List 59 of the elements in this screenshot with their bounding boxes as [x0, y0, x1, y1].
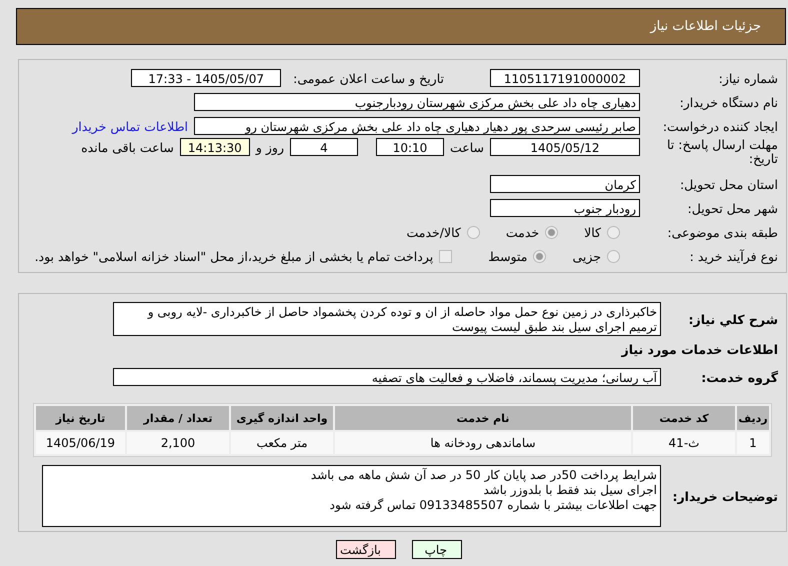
- field-value: صابر رئیسی سرحدی پور دهیار دهیاری چاه داد علی بخش مرکزی شهرستان رو: [194, 117, 640, 135]
- radio-button[interactable]: [607, 250, 620, 262]
- field-value: 1405/05/12: [490, 138, 640, 156]
- option-label: جزیی: [572, 248, 601, 264]
- note-line: جهت اطلاعات بیشتر با شماره 09133485507 تماس گرفته شود: [328, 498, 657, 513]
- field-label: ساعت: [450, 140, 484, 154]
- field-value: 4: [290, 138, 358, 156]
- option-label: کالا: [584, 224, 601, 240]
- contact-link[interactable]: اطلاعات تماس خریدار: [72, 118, 188, 134]
- table-cell: متر مکعب: [231, 432, 333, 454]
- column-header: واحد اندازه گیری: [231, 406, 333, 430]
- radio-button[interactable]: [533, 250, 546, 262]
- field-label: ایجاد کننده درخواست:: [662, 118, 779, 134]
- table-cell: ث-41: [633, 432, 735, 454]
- option-label: خدمت: [506, 224, 540, 240]
- note-line: شرایط پرداخت 50در صد پایان کار 50 در صد آن شش ماهه می باشد: [310, 468, 657, 483]
- field-value: 14:13:30: [180, 138, 250, 156]
- radio-button[interactable]: [545, 226, 558, 238]
- description-box: خاکبرذاری در زمین نوع حمل مواد حاصله از ان و توده کردن پخشمواد حاصل از خاکبرداری -لایه روبی و ترمیم اجرای سیل بند طبق لیست پیوست: [113, 302, 661, 336]
- radio-button[interactable]: [466, 226, 480, 238]
- field-label: نوع فرآیند خرید :: [688, 248, 779, 264]
- option-label: کالا/خدمت: [406, 224, 461, 240]
- field-value: 1405/05/07 - 17:33: [131, 69, 282, 87]
- field-label: روز و: [256, 140, 284, 154]
- field-label: شهر محل تحویل:: [686, 200, 779, 216]
- section-title: اطلاعات خدمات مورد نیاز: [620, 341, 779, 359]
- field-label: شماره نیاز:: [718, 70, 779, 86]
- radio-button[interactable]: [607, 226, 620, 238]
- column-header: کد خدمت: [633, 406, 735, 430]
- table-cell: 2,100: [127, 432, 229, 454]
- field-label: شرح کلي نیاز:: [688, 312, 779, 326]
- field-label: توضیحات خریدار:: [671, 488, 779, 504]
- table-cell: 1405/06/19: [36, 432, 125, 454]
- field-value: 10:10: [376, 138, 444, 156]
- column-header: نام خدمت: [335, 406, 631, 430]
- field-label: مهلت ارسال پاسخ: تا تاریخ:: [666, 138, 779, 166]
- field-value: آب رسانی؛ مدیریت پسماند، فاضلاب و فعالیت های تصفیه: [113, 368, 661, 386]
- note-line: اجرای سیل بند فقط با بلدوزر باشد: [482, 483, 657, 498]
- field-value: رودبار جنوب: [490, 199, 640, 217]
- field-label: تاریخ و ساعت اعلان عمومی:: [293, 70, 444, 86]
- checkbox[interactable]: [439, 250, 452, 262]
- column-header: تاریخ نیاز: [36, 406, 125, 430]
- field-label: طبقه بندی موضوعی:: [666, 224, 779, 240]
- back-button[interactable]: بازگشت: [336, 540, 396, 559]
- field-value: 1105117191000002: [490, 69, 640, 87]
- field-label: استان محل تحویل:: [678, 176, 779, 192]
- table-cell: ساماندهی رودخانه ها: [335, 432, 631, 454]
- table-cell: 1: [737, 432, 769, 454]
- print-button[interactable]: چاپ: [412, 540, 462, 559]
- field-value: کرمان: [490, 175, 640, 193]
- field-label: ساعت باقی مانده: [81, 140, 174, 154]
- checkbox-label: پرداخت تمام یا بخشی از مبلغ خرید،از محل "اسناد خزانه اسلامی" خواهد بود.: [34, 248, 434, 264]
- field-label: نام دستگاه خریدار:: [678, 94, 779, 110]
- field-value: دهیاری چاه داد علی بخش مرکزی شهرستان رودبارجنوب: [194, 93, 640, 111]
- column-header: ردیف: [737, 406, 769, 430]
- page-title: جزئیات اطلاعات نیاز: [650, 19, 762, 34]
- option-label: متوسط: [488, 248, 528, 264]
- field-label: گروه خدمت:: [700, 370, 779, 384]
- column-header: تعداد / مقدار: [127, 406, 229, 430]
